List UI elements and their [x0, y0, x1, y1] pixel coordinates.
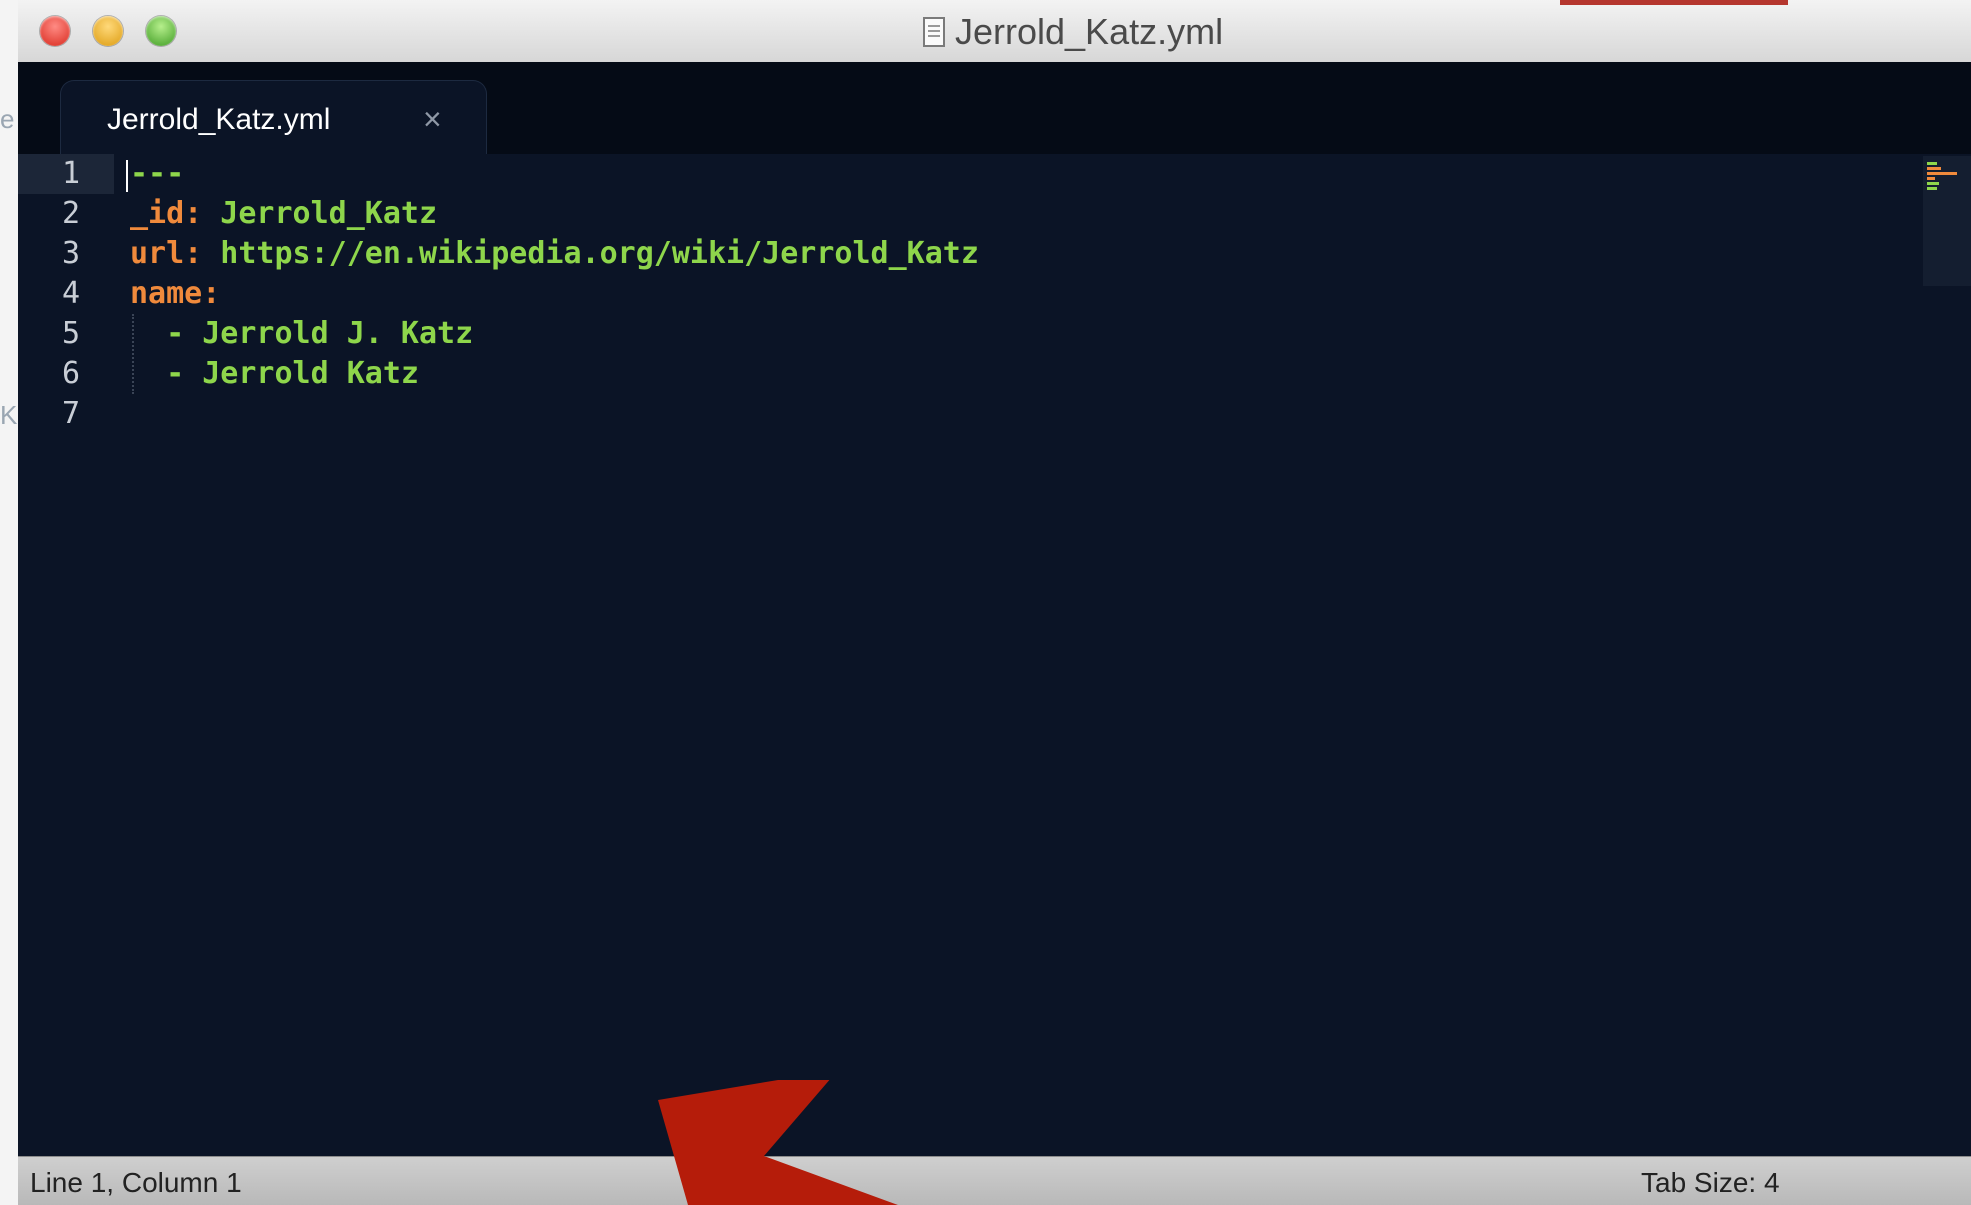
desktop-background: e K [0, 0, 19, 1205]
yaml-value: --- [130, 156, 185, 191]
tab-label: Jerrold_Katz.yml [107, 103, 331, 136]
yaml-value: https://en.wikipedia.org/wiki/Jerrold_Ka… [202, 236, 979, 271]
line-number: 5 [61, 316, 80, 351]
line-number: 2 [61, 196, 80, 231]
minimap-line [1927, 172, 1957, 175]
code-line: url: https://en.wikipedia.org/wiki/Jerro… [130, 234, 979, 274]
background-window-edge [1560, 0, 1788, 5]
code-line: - Jerrold Katz [130, 354, 419, 394]
line-number: 7 [61, 396, 80, 431]
line-number: 3 [61, 236, 80, 271]
code-line: - Jerrold J. Katz [130, 314, 473, 354]
close-window-button[interactable] [40, 16, 70, 46]
minimap[interactable] [1923, 156, 1971, 286]
minimap-line [1927, 177, 1935, 180]
cursor-position: Line 1, Column 1 [30, 1167, 242, 1198]
document-icon [923, 17, 945, 47]
tab-size-selector[interactable]: Tab Size: 4 [1641, 1167, 1780, 1199]
yaml-value: Jerrold_Katz [202, 196, 438, 231]
yaml-key: name: [130, 276, 221, 311]
yaml-value: - Jerrold J. Katz [130, 316, 474, 351]
minimap-line [1927, 182, 1939, 185]
code-line: _id: Jerrold_Katz [130, 194, 437, 234]
line-number-gutter: 1 2 3 4 5 6 7 [18, 154, 114, 1156]
yaml-key: _id: [130, 196, 203, 231]
code-line: --- [130, 154, 184, 194]
minimize-window-button[interactable] [93, 16, 123, 46]
line-number: 1 [18, 154, 114, 194]
desktop-text-fragment: e [0, 104, 15, 134]
yaml-key: url: [130, 236, 203, 271]
line-number: 4 [61, 276, 80, 311]
zoom-window-button[interactable] [146, 16, 176, 46]
code-line: name: [130, 274, 220, 314]
tab-jerrold-katz-yml[interactable]: Jerrold_Katz.yml × [60, 80, 487, 159]
annotation-arrow-icon [658, 1080, 898, 1205]
window-title: Jerrold_Katz.yml [923, 11, 1224, 52]
minimap-line [1927, 167, 1941, 170]
window-title-text: Jerrold_Katz.yml [955, 11, 1224, 52]
status-bar: Line 1, Column 1 Tab Size: 4 [18, 1156, 1971, 1205]
text-cursor [126, 160, 128, 192]
code-editor[interactable]: 1 2 3 4 5 6 7 --- _id: Jerrold_Katz url: h… [18, 154, 1971, 1156]
line-number: 6 [61, 356, 80, 391]
title-bar[interactable]: Jerrold_Katz.yml [18, 0, 1971, 63]
desktop-text-fragment: K [0, 400, 18, 430]
close-tab-icon[interactable]: × [423, 101, 442, 138]
yaml-value: - Jerrold Katz [130, 356, 419, 391]
editor-window: Jerrold_Katz.yml Jerrold_Katz.yml × 1 2 … [18, 0, 1971, 1205]
tab-bar: Jerrold_Katz.yml × [18, 62, 1971, 159]
minimap-line [1927, 187, 1937, 190]
minimap-line [1927, 162, 1937, 165]
